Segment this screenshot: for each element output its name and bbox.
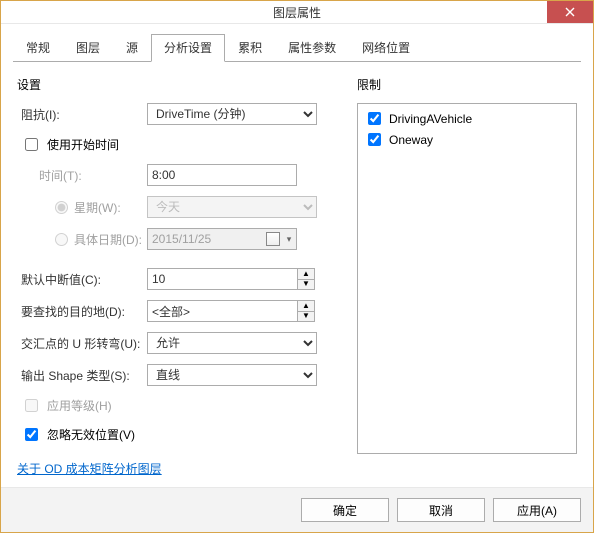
restriction-item: DrivingAVehicle (362, 108, 572, 129)
close-icon (565, 7, 575, 17)
restrictions-panel: 限制 DrivingAVehicle Oneway (357, 74, 577, 454)
default-break-row: 默认中断值(C): ▲ ▼ (17, 268, 345, 290)
restriction-checkbox-0[interactable] (368, 112, 381, 125)
day-of-week-radio-label: 星期(W): (17, 199, 147, 216)
hierarchy-label: 应用等级(H) (47, 397, 112, 414)
chevron-down-icon: ▾ (282, 234, 296, 245)
tab-analysis-settings[interactable]: 分析设置 (151, 34, 225, 62)
impedance-row: 阻抗(I): DriveTime (分钟) (17, 103, 345, 125)
restriction-checkbox-1[interactable] (368, 133, 381, 146)
specific-date-row: 具体日期(D): 2015/11/25 ▾ (17, 228, 345, 250)
specific-date-radio[interactable] (55, 233, 68, 246)
destinations-down[interactable]: ▼ (298, 312, 314, 322)
shape-select[interactable]: 直线 (147, 364, 317, 386)
tab-layers[interactable]: 图层 (63, 34, 113, 62)
shape-label: 输出 Shape 类型(S): (17, 367, 147, 384)
ignore-invalid-checkbox[interactable] (25, 428, 38, 441)
specific-date-value: 2015/11/25 (148, 232, 266, 246)
default-break-input[interactable] (147, 268, 297, 290)
destinations-input[interactable] (147, 300, 297, 322)
dialog-footer: 确定 取消 应用(A) (1, 487, 593, 532)
tab-bar: 常规 图层 源 分析设置 累积 属性参数 网络位置 (13, 34, 581, 62)
destinations-row: 要查找的目的地(D): ▲ ▼ (17, 300, 345, 322)
day-of-week-radio[interactable] (55, 201, 68, 214)
restrictions-listbox[interactable]: DrivingAVehicle Oneway (357, 103, 577, 454)
tab-general[interactable]: 常规 (13, 34, 63, 62)
close-button[interactable] (547, 1, 593, 23)
default-break-down[interactable]: ▼ (298, 280, 314, 290)
ignore-invalid-label: 忽略无效位置(V) (47, 426, 135, 443)
specific-date-label: 具体日期(D): (74, 231, 142, 248)
time-input[interactable] (147, 164, 297, 186)
use-start-time-checkbox[interactable] (25, 138, 38, 151)
ignore-invalid-row: 忽略无效位置(V) (17, 425, 345, 444)
destinations-up[interactable]: ▲ (298, 301, 314, 312)
use-start-time-row: 使用开始时间 (17, 135, 345, 154)
destinations-stepper: ▲ ▼ (147, 300, 315, 322)
hierarchy-row: 应用等级(H) (17, 396, 345, 415)
default-break-up[interactable]: ▲ (298, 269, 314, 280)
restrictions-section-title: 限制 (357, 76, 577, 93)
calendar-icon (266, 232, 280, 246)
default-break-stepper: ▲ ▼ (147, 268, 315, 290)
day-of-week-row: 星期(W): 今天 (17, 196, 345, 218)
tab-accumulation[interactable]: 累积 (225, 34, 275, 62)
ok-button[interactable]: 确定 (301, 498, 389, 522)
use-start-time-label: 使用开始时间 (47, 136, 119, 153)
specific-date-picker[interactable]: 2015/11/25 ▾ (147, 228, 297, 250)
destinations-label: 要查找的目的地(D): (17, 303, 147, 320)
impedance-select[interactable]: DriveTime (分钟) (147, 103, 317, 125)
dialog-content: 常规 图层 源 分析设置 累积 属性参数 网络位置 设置 阻抗(I): Driv… (1, 24, 593, 487)
restriction-label-0: DrivingAVehicle (389, 112, 472, 126)
restriction-item: Oneway (362, 129, 572, 150)
tab-attribute-params[interactable]: 属性参数 (275, 34, 349, 62)
uturn-select[interactable]: 允许 (147, 332, 317, 354)
tab-network-locations[interactable]: 网络位置 (349, 34, 423, 62)
titlebar: 图层属性 (1, 1, 593, 24)
time-label: 时间(T): (17, 167, 147, 184)
uturn-label: 交汇点的 U 形转弯(U): (17, 335, 147, 352)
shape-row: 输出 Shape 类型(S): 直线 (17, 364, 345, 386)
default-break-label: 默认中断值(C): (17, 271, 147, 288)
settings-section-title: 设置 (17, 76, 345, 93)
cancel-button[interactable]: 取消 (397, 498, 485, 522)
dialog-body: 设置 阻抗(I): DriveTime (分钟) 使用开始时间 时间(T): (13, 70, 581, 454)
dialog-window: 图层属性 常规 图层 源 分析设置 累积 属性参数 网络位置 设置 阻抗(I):… (0, 0, 594, 533)
time-row: 时间(T): (17, 164, 345, 186)
destinations-stepper-buttons: ▲ ▼ (297, 300, 315, 322)
specific-date-radio-label: 具体日期(D): (17, 231, 147, 248)
restriction-label-1: Oneway (389, 133, 433, 147)
impedance-label: 阻抗(I): (17, 106, 147, 123)
help-link[interactable]: 关于 OD 成本矩阵分析图层 (13, 454, 581, 487)
hierarchy-checkbox[interactable] (25, 399, 38, 412)
tab-source[interactable]: 源 (113, 34, 151, 62)
apply-button[interactable]: 应用(A) (493, 498, 581, 522)
uturn-row: 交汇点的 U 形转弯(U): 允许 (17, 332, 345, 354)
day-of-week-label: 星期(W): (74, 199, 121, 216)
settings-panel: 设置 阻抗(I): DriveTime (分钟) 使用开始时间 时间(T): (17, 74, 345, 454)
day-of-week-select[interactable]: 今天 (147, 196, 317, 218)
dialog-title: 图层属性 (273, 4, 321, 21)
default-break-stepper-buttons: ▲ ▼ (297, 268, 315, 290)
